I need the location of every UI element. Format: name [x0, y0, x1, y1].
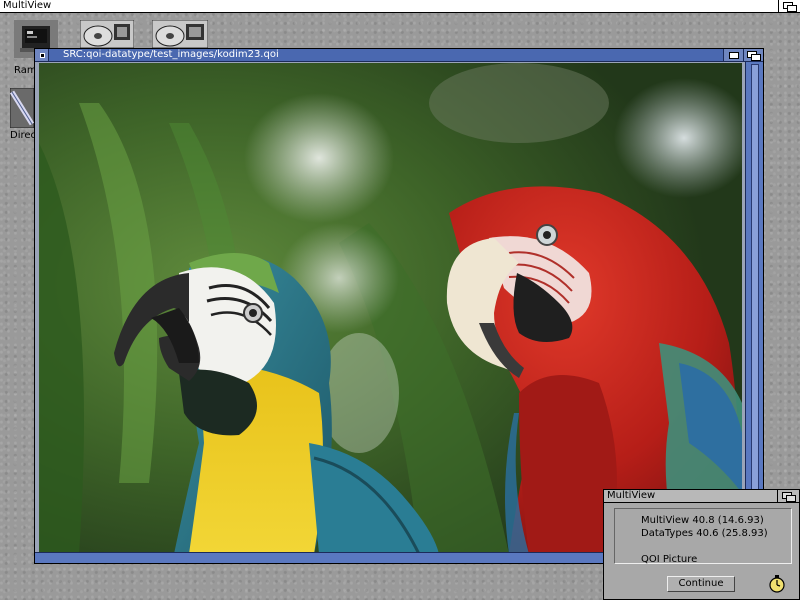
- window-title-bar[interactable]: SRC:qoi-datatype/test_images/kodim23.qoi: [35, 49, 763, 62]
- close-gadget-icon[interactable]: [35, 49, 49, 61]
- parrots-image: [39, 63, 742, 554]
- screen-title: MultiView: [3, 0, 52, 11]
- zoom-gadget-icon[interactable]: [723, 49, 743, 61]
- requester-title-bar[interactable]: MultiView: [604, 490, 799, 503]
- hard-disk-icon-2[interactable]: [152, 20, 208, 48]
- requester-depth-gadget-icon[interactable]: [777, 490, 799, 502]
- requester-line-multiview: MultiView 40.8 (14.6.93): [641, 515, 764, 526]
- hard-disk-icon[interactable]: [80, 20, 134, 48]
- drawer-icon[interactable]: [10, 88, 34, 128]
- window-title: SRC:qoi-datatype/test_images/kodim23.qoi: [63, 49, 279, 60]
- screen-depth-gadget[interactable]: [778, 0, 800, 12]
- requester-line-datatypes: DataTypes 40.6 (25.8.93): [641, 528, 768, 539]
- screen-title-bar[interactable]: MultiView: [0, 0, 800, 13]
- parrots-photo-svg: [39, 63, 742, 554]
- continue-button[interactable]: Continue: [667, 576, 735, 592]
- requester-title: MultiView: [607, 490, 656, 501]
- requester-line-qoi-picture: QOI Picture: [641, 554, 698, 565]
- requester-message-box: MultiView 40.8 (14.6.93) DataTypes 40.6 …: [614, 508, 792, 565]
- stopwatch-icon: [769, 575, 785, 593]
- depth-gadget-icon[interactable]: [743, 49, 763, 61]
- image-window[interactable]: SRC:qoi-datatype/test_images/kodim23.qoi: [34, 48, 764, 564]
- drawer-label: Direc: [10, 130, 37, 141]
- vertical-scrollbar[interactable]: [745, 62, 763, 553]
